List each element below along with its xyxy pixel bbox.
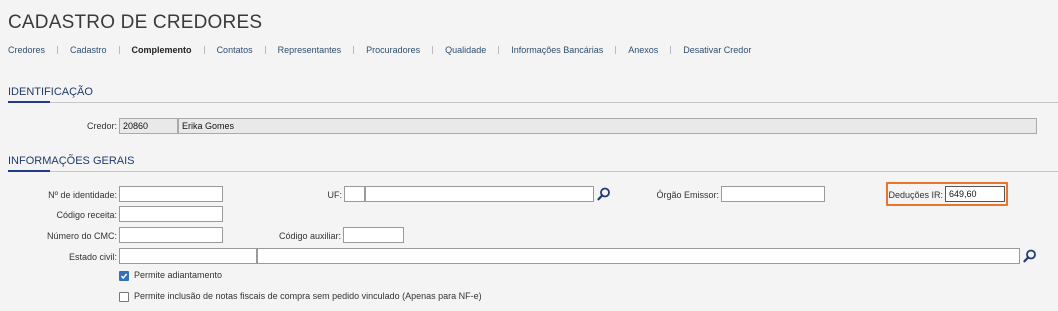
tab-cadastro[interactable]: Cadastro (70, 45, 107, 55)
magnifier-icon[interactable] (1023, 249, 1037, 263)
deducoes-ir-label: Deduções IR: (888, 190, 943, 200)
permite-nf-checkbox[interactable] (119, 292, 129, 302)
tab-informacoes-bancarias[interactable]: Informações Bancárias (511, 45, 603, 55)
orgao-emissor-label: Órgão Emissor: (656, 190, 719, 200)
estado-civil-label: Estado civil: (68, 252, 117, 262)
nav-divider (264, 46, 266, 54)
tab-procuradores[interactable]: Procuradores (366, 45, 420, 55)
section-divider (8, 102, 1058, 103)
numero-cmc-input[interactable] (119, 227, 223, 243)
tab-representantes[interactable]: Representantes (278, 45, 342, 55)
uf-name-input[interactable] (365, 186, 594, 202)
nav-divider (670, 46, 672, 54)
credor-label: Credor: (86, 121, 117, 131)
tab-qualidade[interactable]: Qualidade (445, 45, 486, 55)
orgao-emissor-input[interactable] (721, 186, 825, 202)
section-accent (8, 170, 50, 172)
deducoes-ir-input[interactable] (945, 186, 1005, 202)
identidade-input[interactable] (119, 186, 223, 202)
tab-desativar-credor[interactable]: Desativar Credor (683, 45, 751, 55)
uf-code-input[interactable] (344, 186, 365, 202)
section-accent (8, 101, 50, 103)
tab-credores[interactable]: Credores (8, 45, 45, 55)
nav-divider (498, 46, 500, 54)
permite-adiantamento-checkbox[interactable] (119, 271, 129, 281)
magnifier-icon[interactable] (597, 187, 611, 201)
nav-divider (118, 46, 120, 54)
codigo-auxiliar-input[interactable] (343, 227, 404, 243)
nav-divider (432, 46, 434, 54)
credor-code-field: 20860 (119, 118, 178, 134)
permite-adiantamento-label: Permite adiantamento (134, 270, 223, 280)
permite-nf-label: Permite inclusão de notas fiscais de com… (134, 291, 482, 301)
section-title-informacoes-gerais: INFORMAÇÕES GERAIS (8, 155, 135, 167)
nav-divider (353, 46, 355, 54)
numero-cmc-label: Número do CMC: (46, 231, 117, 241)
nav-divider (57, 46, 59, 54)
page-title: CADASTRO DE CREDORES (8, 12, 263, 33)
section-divider (8, 171, 1058, 172)
section-title-identificacao: IDENTIFICAÇÃO (8, 86, 93, 98)
tab-anexos[interactable]: Anexos (628, 45, 658, 55)
estado-civil-code-input[interactable] (119, 248, 257, 264)
credor-name-field: Erika Gomes (178, 118, 1037, 134)
codigo-auxiliar-label: Código auxiliar: (278, 231, 341, 241)
estado-civil-name-input[interactable] (257, 248, 1020, 264)
nav-divider (203, 46, 205, 54)
codigo-receita-input[interactable] (119, 206, 223, 222)
uf-label: UF: (327, 190, 343, 200)
codigo-receita-label: Código receita: (56, 210, 117, 220)
tab-complemento[interactable]: Complemento (132, 45, 192, 55)
tab-nav: Credores Cadastro Complemento Contatos R… (8, 45, 751, 55)
identidade-label: Nº de identidade: (48, 190, 117, 200)
tab-contatos[interactable]: Contatos (217, 45, 253, 55)
checkmark-icon (120, 273, 128, 280)
nav-divider (615, 46, 617, 54)
